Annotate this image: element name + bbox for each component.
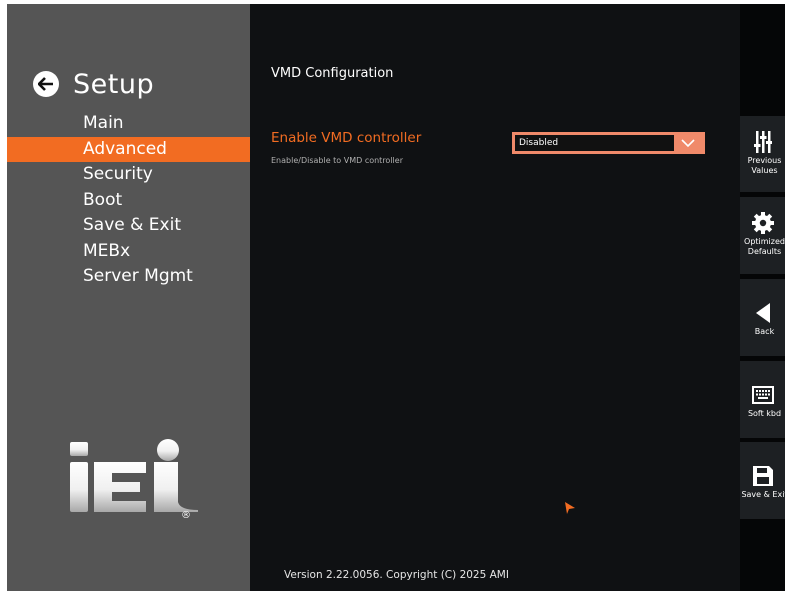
previous-values-label-2: Values: [751, 166, 778, 175]
previous-values-label: Previous: [747, 156, 782, 165]
nav-item-advanced[interactable]: Advanced: [7, 136, 250, 162]
sliders-icon: [740, 128, 785, 156]
back-arrow-icon[interactable]: [33, 71, 59, 97]
keyboard-icon: [740, 381, 785, 409]
soft-keyboard-label: Soft kbd: [747, 409, 782, 418]
optimized-defaults-label: Optimized: [744, 237, 785, 246]
registered-mark: ®: [181, 510, 191, 520]
back-button[interactable]: Back: [740, 279, 785, 356]
main-content: VMD Configuration Enable VMD controller …: [250, 4, 740, 591]
iei-logo: ®: [70, 438, 200, 521]
setup-header: Setup: [33, 67, 154, 101]
version-text: Version 2.22.0056. Copyright (C) 2025 AM…: [284, 569, 509, 581]
floppy-icon: [740, 462, 785, 490]
soft-keyboard-button[interactable]: Soft kbd: [740, 361, 785, 438]
nav-item-server-mgmt[interactable]: Server Mgmt: [7, 264, 250, 290]
page-title: Setup: [73, 68, 155, 100]
back-label: Back: [754, 327, 775, 336]
option-label-vmd[interactable]: Enable VMD controller: [271, 130, 421, 146]
mouse-cursor-icon: [565, 499, 575, 518]
main-nav: Main Advanced Security Boot Save & Exit …: [7, 111, 250, 290]
triangle-left-icon: [740, 299, 785, 327]
gear-icon: [740, 209, 785, 237]
save-exit-label: Save & Exit: [741, 490, 785, 499]
section-title: VMD Configuration: [271, 66, 394, 81]
save-exit-button[interactable]: Save & Exit: [740, 442, 785, 519]
previous-values-button[interactable]: Previous Values: [740, 116, 785, 192]
nav-item-save-exit[interactable]: Save & Exit: [7, 213, 250, 239]
option-help-text: Enable/Disable to VMD controller: [271, 156, 403, 165]
dropdown-value: Disabled: [515, 135, 674, 151]
nav-item-mebx[interactable]: MEBx: [7, 239, 250, 265]
nav-item-boot[interactable]: Boot: [7, 188, 250, 214]
chevron-down-icon: [674, 135, 702, 151]
right-toolbar: Previous Values Optimized Defaults Back: [740, 4, 785, 591]
optimized-defaults-button[interactable]: Optimized Defaults: [740, 197, 785, 274]
nav-item-security[interactable]: Security: [7, 162, 250, 188]
nav-item-main[interactable]: Main: [7, 111, 250, 137]
vmd-controller-dropdown[interactable]: Disabled: [512, 132, 705, 154]
optimized-defaults-label-2: Defaults: [747, 247, 782, 256]
